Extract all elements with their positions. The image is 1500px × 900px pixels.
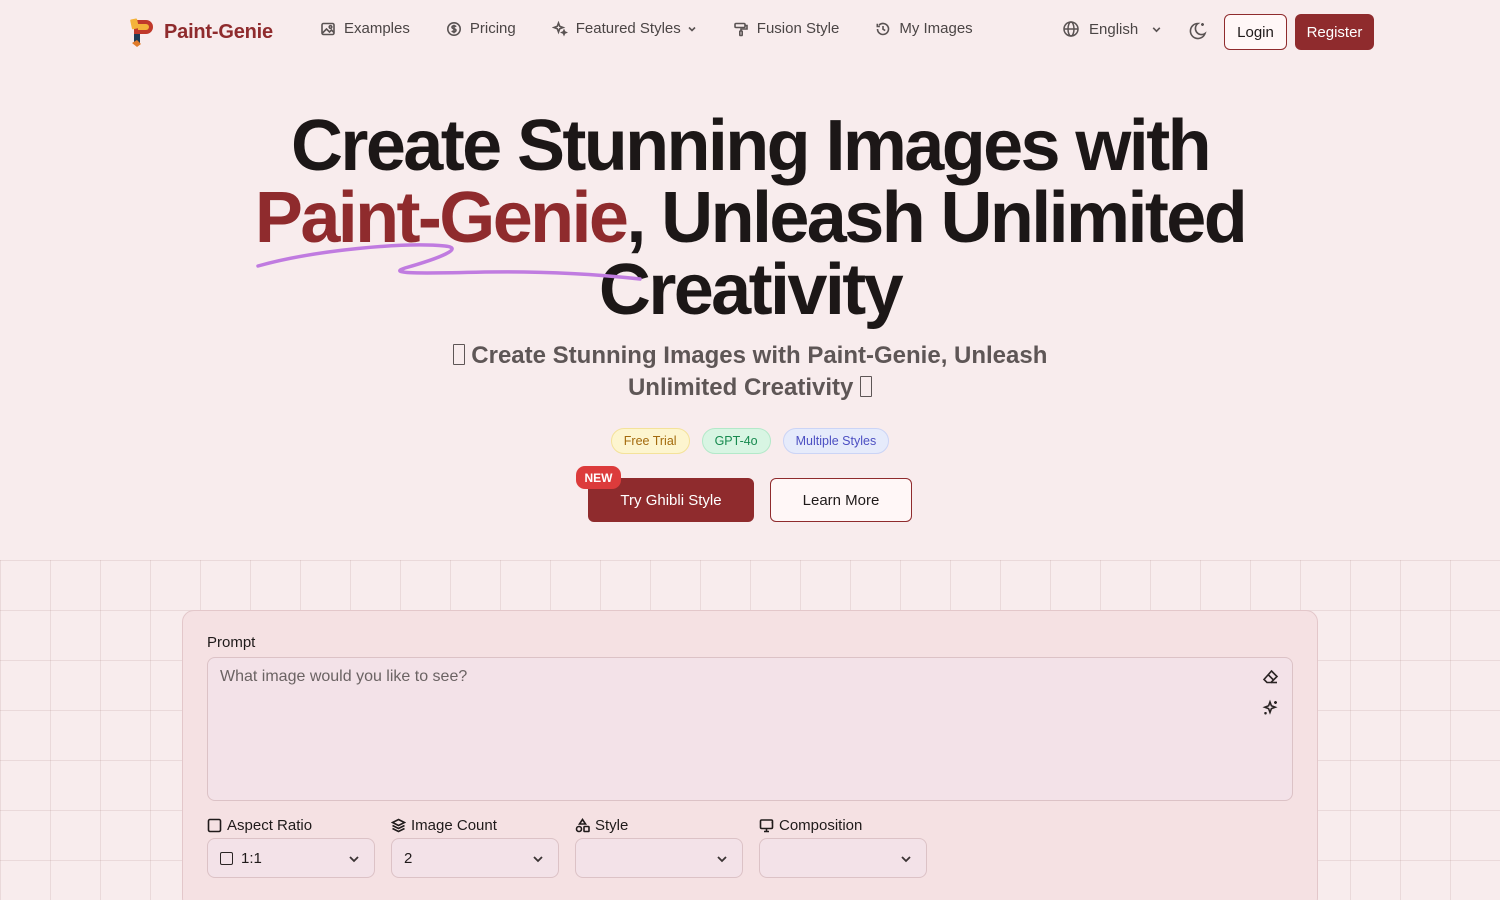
nav-my-images-label: My Images (899, 20, 973, 37)
chevron-down-icon (533, 856, 543, 863)
nav-examples-label: Examples (344, 20, 410, 37)
aspect-ratio-option: Aspect Ratio 1:1 (207, 816, 375, 878)
hero-title-brand: Paint-Genie (254, 178, 629, 258)
chevron-down-icon (688, 26, 696, 32)
prompt-field-container (207, 657, 1293, 801)
clear-prompt-button[interactable] (1262, 668, 1282, 688)
aspect-ratio-label: Aspect Ratio (227, 816, 313, 834)
image-count-label-row: Image Count (391, 816, 559, 834)
main-nav: Examples Pricing Featured Styles Fusion … (320, 20, 973, 37)
nav-featured-styles-label: Featured Styles (575, 20, 681, 37)
top-navbar: Paint-Genie Examples Pricing Featured St… (0, 0, 1500, 64)
globe-icon (1063, 21, 1079, 37)
composition-label: Composition (779, 816, 863, 834)
generation-options: Aspect Ratio 1:1 Image Count 2 Style Com… (207, 816, 927, 878)
brand-name: Paint-Genie (164, 20, 273, 43)
badge-multiple-styles: Multiple Styles (782, 428, 890, 454)
language-selector[interactable]: English (1062, 20, 1162, 38)
prompt-input[interactable] (208, 658, 1292, 800)
login-button[interactable]: Login (1224, 14, 1287, 50)
aspect-ratio-value: 1:1 (241, 849, 262, 867)
language-label: English (1089, 20, 1139, 38)
hero-title: Create Stunning Images with Paint-Genie,… (0, 110, 1500, 326)
square-icon (220, 851, 233, 865)
style-select[interactable] (575, 838, 743, 878)
nav-examples[interactable]: Examples (320, 20, 410, 37)
image-generator-card: Prompt Aspect Ratio 1:1 Image Count (182, 610, 1318, 900)
chevron-down-icon (717, 856, 727, 863)
style-label-row: Style (575, 816, 743, 834)
chevron-down-icon (349, 856, 359, 863)
chevron-down-icon (1152, 26, 1161, 32)
hero-subtitle-text: Create Stunning Images with Paint-Genie,… (471, 342, 1048, 401)
image-count-label: Image Count (411, 816, 497, 834)
hero-subtitle: Create Stunning Images with Paint-Genie,… (400, 340, 1100, 404)
missing-glyph-icon (452, 344, 465, 365)
sparkles-icon (1262, 699, 1278, 715)
nav-my-images[interactable]: My Images (875, 20, 973, 37)
brand-logo-link[interactable]: Paint-Genie (128, 16, 273, 48)
style-option: Style (575, 816, 743, 878)
missing-glyph-icon (860, 376, 873, 397)
hero-title-line-3: Creativity (598, 250, 904, 330)
nav-pricing[interactable]: Pricing (446, 20, 516, 37)
dollar-circle-icon (446, 21, 461, 36)
nav-pricing-label: Pricing (469, 20, 516, 37)
badge-gpt-4o: GPT-4o (701, 428, 771, 454)
hero-title-line-2: Paint-Genie, Unleash Unlimited (0, 182, 1500, 254)
eraser-icon (1262, 669, 1279, 684)
sparkles-icon (551, 20, 568, 37)
paint-roller-icon (733, 22, 748, 36)
composition-select[interactable] (759, 838, 927, 878)
hero-title-line-1: Create Stunning Images with (291, 106, 1212, 186)
moon-icon (1189, 22, 1207, 40)
shapes-icon (575, 817, 590, 832)
new-badge: NEW (576, 466, 621, 489)
chevron-down-icon (901, 856, 911, 863)
image-count-select[interactable]: 2 (391, 838, 559, 878)
composition-option: Composition (759, 816, 927, 878)
style-label: Style (595, 816, 629, 834)
learn-more-button[interactable]: Learn More (770, 478, 912, 522)
aspect-ratio-select[interactable]: 1:1 (207, 838, 375, 878)
feature-badges: Free Trial GPT-4o Multiple Styles (0, 428, 1500, 454)
badge-free-trial: Free Trial (610, 428, 690, 454)
nav-featured-styles[interactable]: Featured Styles (551, 20, 697, 37)
enhance-prompt-button[interactable] (1262, 699, 1282, 719)
composition-label-row: Composition (759, 816, 927, 834)
nav-fusion-style-label: Fusion Style (756, 20, 840, 37)
prompt-label: Prompt (207, 634, 256, 651)
theme-toggle-button[interactable] (1186, 20, 1210, 44)
square-icon (207, 818, 222, 832)
monitor-icon (759, 818, 774, 832)
image-count-value: 2 (404, 849, 413, 867)
layers-icon (391, 818, 406, 832)
nav-fusion-style[interactable]: Fusion Style (733, 20, 840, 37)
image-count-option: Image Count 2 (391, 816, 559, 878)
image-icon (321, 22, 335, 35)
register-button[interactable]: Register (1295, 14, 1374, 50)
history-icon (876, 22, 890, 35)
aspect-ratio-label-row: Aspect Ratio (207, 816, 375, 834)
hero-title-rest: , Unleash Unlimited (626, 178, 1247, 258)
paint-genie-logo-icon (130, 18, 153, 47)
